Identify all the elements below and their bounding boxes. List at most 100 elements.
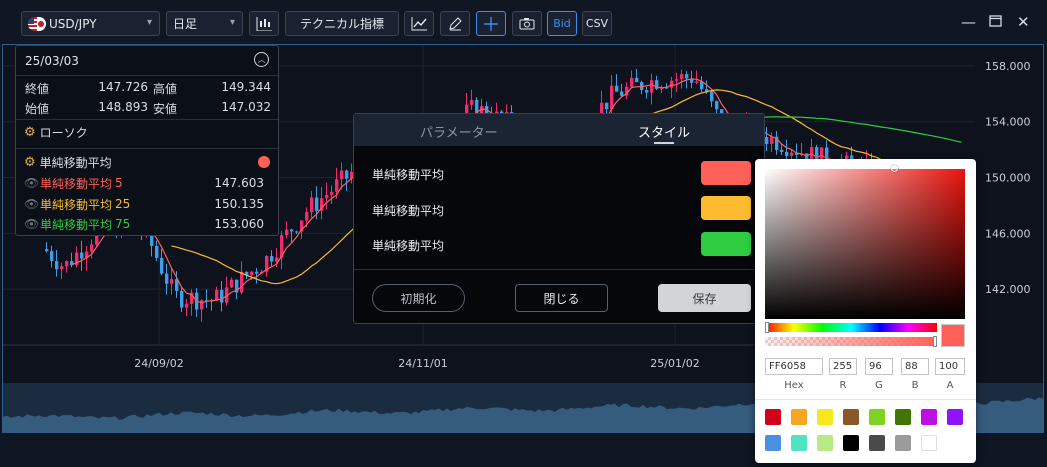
ma-25-row[interactable]: 👁 単純移動平均 25 150.135 <box>24 196 272 212</box>
preset-swatch[interactable] <box>895 409 911 425</box>
preset-swatch[interactable] <box>765 409 781 425</box>
bid-toggle[interactable]: Bid <box>547 11 577 36</box>
chevron-down-icon: ▾ <box>146 17 152 28</box>
preset-swatch[interactable] <box>921 435 937 451</box>
saturation-knob[interactable] <box>891 165 898 172</box>
close-value: 147.726 <box>98 80 148 94</box>
candle-body <box>345 170 349 179</box>
reset-button[interactable]: 初期化 <box>372 284 465 312</box>
high-value: 149.344 <box>221 80 271 94</box>
eye-icon[interactable]: 👁 <box>24 217 40 231</box>
candle-body <box>165 273 169 284</box>
preset-swatch[interactable] <box>895 435 911 451</box>
divider <box>16 75 278 76</box>
tab-parameters[interactable]: パラメーター <box>420 122 498 141</box>
csv-button[interactable]: CSV <box>582 11 612 36</box>
timeframe-select[interactable]: 日足 ▾ <box>166 11 243 36</box>
saturation-field[interactable] <box>765 165 965 319</box>
x-tick-label: 24/11/01 <box>398 357 447 370</box>
a-input[interactable] <box>935 358 965 375</box>
preset-swatch[interactable] <box>843 409 859 425</box>
eye-icon[interactable]: 👁 <box>24 176 40 190</box>
candle-body <box>325 194 329 199</box>
eye-icon[interactable]: 👁 <box>24 197 40 211</box>
candle-body <box>270 256 274 262</box>
hex-input[interactable] <box>765 358 823 375</box>
candle-label: ローソク <box>39 125 88 140</box>
close-label: 終値 <box>25 82 50 96</box>
minimize-icon[interactable]: — <box>961 13 976 31</box>
trend-tool-button[interactable] <box>404 11 434 36</box>
hue-slider[interactable] <box>765 322 937 333</box>
preset-swatch[interactable] <box>869 409 885 425</box>
preset-swatch[interactable] <box>843 435 859 451</box>
ma-75-row[interactable]: 👁 単純移動平均 75 153.060 <box>24 216 272 232</box>
color-swatch-1[interactable] <box>701 161 751 185</box>
preset-swatch[interactable] <box>947 409 963 425</box>
tab-style[interactable]: スタイル <box>638 122 690 141</box>
candle-row[interactable]: ⚙ ローソク <box>24 124 272 140</box>
preset-swatch[interactable] <box>921 409 937 425</box>
gear-icon[interactable]: ⚙ <box>24 155 36 170</box>
save-button[interactable]: 保存 <box>658 284 751 312</box>
preset-swatch[interactable] <box>817 409 833 425</box>
csv-label: CSV <box>585 17 609 30</box>
preset-swatch[interactable] <box>817 435 833 451</box>
crosshair-icon <box>484 16 498 31</box>
candle-body <box>155 245 159 258</box>
sma-color-dot[interactable] <box>258 156 270 168</box>
chart-type-button[interactable] <box>249 11 279 36</box>
candle-body <box>635 77 639 83</box>
preset-swatch[interactable] <box>791 409 807 425</box>
close-icon[interactable]: ✕ <box>1017 13 1030 31</box>
candle-body <box>330 191 334 195</box>
preset-swatch[interactable] <box>869 435 885 451</box>
active-tab-indicator <box>654 142 674 144</box>
candle-body <box>50 251 54 262</box>
color-swatch-2[interactable] <box>701 196 751 220</box>
toolbar: USD/JPY ▾ 日足 ▾ テクニカル指標 Bid CSV — ✕ <box>0 0 1047 44</box>
candle-body <box>630 77 634 87</box>
technical-indicator-button[interactable]: テクニカル指標 <box>285 11 399 36</box>
ma-5-row[interactable]: 👁 単純移動平均 5 147.603 <box>24 175 272 191</box>
candle-body <box>185 303 189 308</box>
g-input[interactable] <box>865 358 893 375</box>
ma-5-label: 単純移動平均 <box>40 176 113 191</box>
candle-body <box>695 81 699 83</box>
gear-icon[interactable]: ⚙ <box>24 125 36 140</box>
y-tick-label: 154.000 <box>985 116 1031 129</box>
ma-75-label: 単純移動平均 <box>40 217 113 232</box>
ma-5-period: 5 <box>115 176 123 190</box>
symbol-select[interactable]: USD/JPY ▾ <box>21 11 160 36</box>
alpha-handle[interactable] <box>933 336 937 347</box>
divider <box>16 119 278 120</box>
technical-indicator-label: テクニカル指標 <box>299 17 384 31</box>
draw-button[interactable] <box>440 11 470 36</box>
candle-body <box>650 80 654 93</box>
candle-body <box>645 90 649 93</box>
hue-handle[interactable] <box>765 322 769 333</box>
chevron-down-icon: ▾ <box>229 17 235 28</box>
dialog-tabs: パラメーター スタイル <box>354 114 764 146</box>
ma-75-period: 75 <box>115 217 131 231</box>
preset-swatch[interactable] <box>791 435 807 451</box>
color-swatch-3[interactable] <box>701 232 751 256</box>
bid-label: Bid <box>553 17 571 30</box>
candle-body <box>255 271 259 274</box>
color-preview <box>941 324 965 347</box>
sma-row[interactable]: ⚙ 単純移動平均 <box>24 154 272 170</box>
screenshot-button[interactable] <box>512 11 542 36</box>
price-info-panel: 25/03/03 ︿ 終値 147.726 高値 149.344 始値 148.… <box>15 45 279 236</box>
crosshair-button[interactable] <box>476 11 506 36</box>
maximize-icon[interactable] <box>989 13 1002 31</box>
candle-body <box>605 102 609 110</box>
g-label: G <box>875 380 883 391</box>
preset-swatch[interactable] <box>765 435 781 451</box>
b-input[interactable] <box>901 358 929 375</box>
alpha-slider[interactable] <box>765 336 937 347</box>
candle-body <box>615 85 619 92</box>
chevron-up-icon[interactable]: ︿ <box>254 52 269 67</box>
r-input[interactable] <box>829 358 857 375</box>
close-button[interactable]: 閉じる <box>515 284 608 312</box>
ma-5-value: 147.603 <box>214 176 264 190</box>
